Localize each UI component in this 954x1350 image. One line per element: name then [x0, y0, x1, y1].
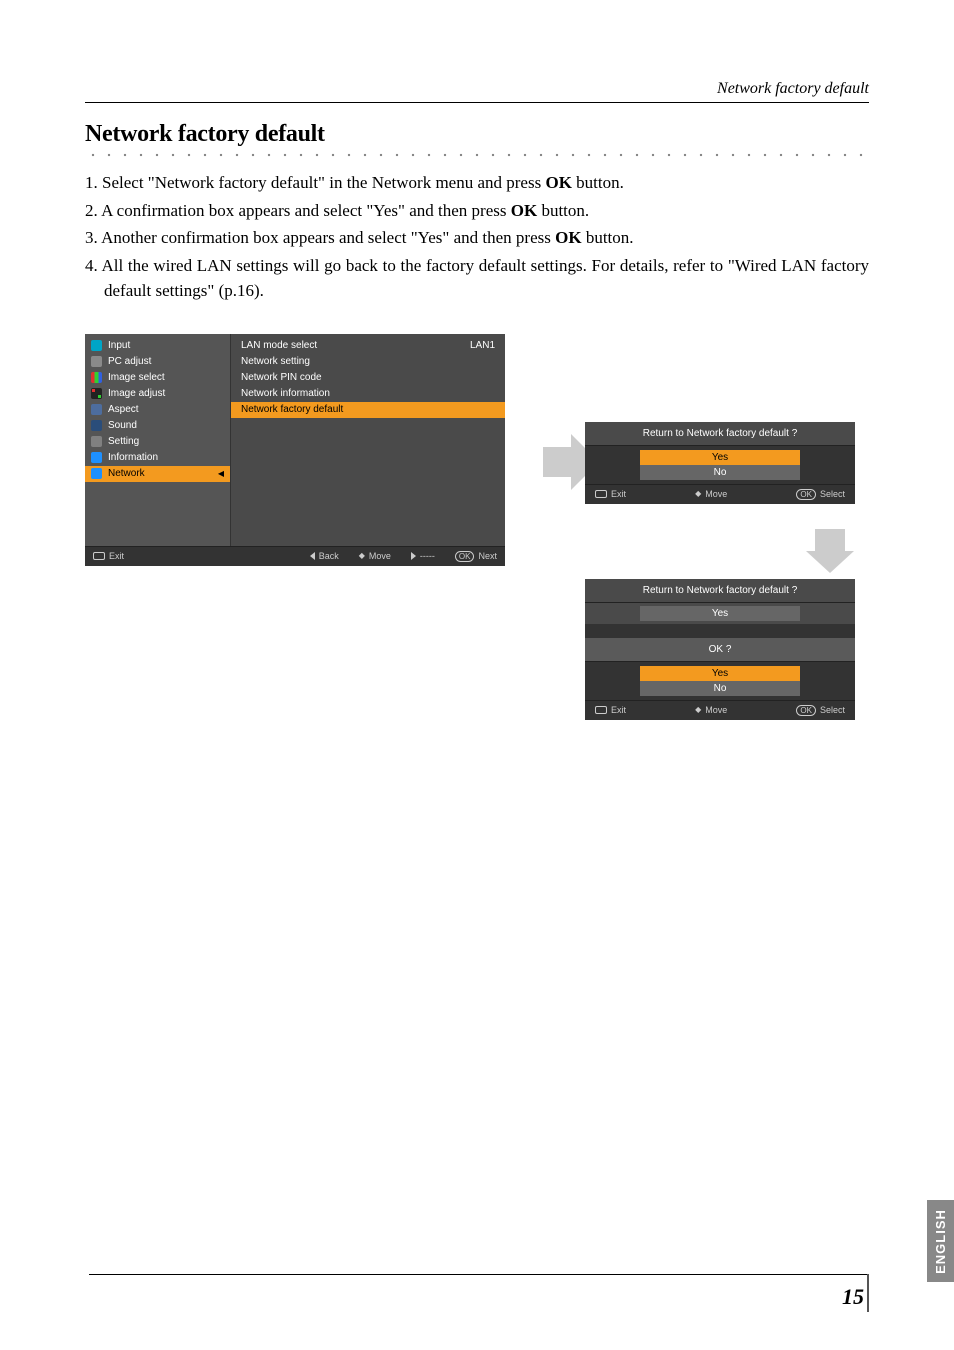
dialog1-yes[interactable]: Yes	[640, 450, 800, 465]
dialog2-exit: Exit	[611, 705, 626, 715]
info-icon	[91, 452, 102, 463]
dialog2-no[interactable]: No	[640, 681, 800, 696]
osd-menu: Input PC adjust Image select Image adjus…	[85, 334, 505, 566]
dialog2-select: Select	[820, 705, 845, 715]
sidebar-item-sound[interactable]: Sound	[85, 418, 230, 434]
ok-icon: OK	[796, 489, 816, 500]
step-1: Select "Network factory default" in the …	[85, 170, 869, 196]
dialog1-no[interactable]: No	[640, 465, 800, 480]
osd-footer: Exit Back ◆ Move ----- OKNext	[85, 546, 505, 566]
figures: Input PC adjust Image select Image adjus…	[85, 334, 869, 754]
osd-sidebar: Input PC adjust Image select Image adjus…	[85, 334, 230, 546]
menu-icon	[595, 706, 607, 714]
step-3: Another confirmation box appears and sel…	[85, 225, 869, 251]
osd-submenu: LAN mode selectLAN1 Network setting Netw…	[230, 334, 505, 546]
dialog1-exit: Exit	[611, 489, 626, 499]
aspect-icon	[91, 404, 102, 415]
sidebar-item-setting[interactable]: Setting	[85, 434, 230, 450]
pc-icon	[91, 356, 102, 367]
dialog2-move: Move	[705, 705, 727, 715]
sidebar-item-imageselect[interactable]: Image select	[85, 370, 230, 386]
step-4: All the wired LAN settings will go back …	[85, 253, 869, 304]
submenu-network-factory-default[interactable]: Network factory default	[231, 402, 505, 418]
footer-exit: Exit	[109, 551, 124, 561]
sidebar-item-pcadjust[interactable]: PC adjust	[85, 354, 230, 370]
sidebar-item-imageadjust[interactable]: Image adjust	[85, 386, 230, 402]
title-dots	[85, 150, 869, 160]
dialog2-question: Return to Network factory default ?	[585, 579, 855, 603]
page-number: 15	[842, 1284, 864, 1310]
confirm-dialog-1: Return to Network factory default ? Yes …	[585, 422, 855, 504]
submenu-lan-mode[interactable]: LAN mode selectLAN1	[231, 338, 505, 354]
steps-list: Select "Network factory default" in the …	[85, 170, 869, 304]
arrow-down-icon	[695, 529, 954, 573]
network-icon	[91, 468, 102, 479]
updown-icon: ◆	[695, 490, 701, 498]
image-select-icon	[91, 372, 102, 383]
input-icon	[91, 340, 102, 351]
chevron-left-icon: ◀	[218, 469, 224, 478]
footer-move: Move	[369, 551, 391, 561]
confirm-dialog-2: Return to Network factory default ? Yes …	[585, 579, 855, 720]
dialog2-answer: Yes	[640, 606, 800, 621]
updown-icon: ◆	[359, 552, 365, 560]
language-tab: ENGLISH	[927, 1200, 954, 1282]
submenu-network-setting[interactable]: Network setting	[231, 354, 505, 370]
footer-side-rule	[867, 1274, 869, 1312]
ok-icon: OK	[796, 705, 816, 716]
sidebar-item-network[interactable]: Network◀	[85, 466, 230, 482]
footer-next: Next	[478, 551, 497, 561]
footer-back: Back	[319, 551, 339, 561]
ok-icon: OK	[455, 551, 475, 562]
menu-icon	[595, 490, 607, 498]
header-rule	[85, 102, 869, 103]
image-adjust-icon	[91, 388, 102, 399]
sidebar-item-information[interactable]: Information	[85, 450, 230, 466]
footer-dashes: -----	[420, 551, 435, 561]
dialog1-select: Select	[820, 489, 845, 499]
sidebar-item-input[interactable]: Input	[85, 338, 230, 354]
menu-icon	[93, 552, 105, 560]
dialog1-move: Move	[705, 489, 727, 499]
dialog2-confirm-label: OK ?	[585, 638, 855, 662]
triangle-left-icon	[310, 552, 315, 560]
submenu-network-pin[interactable]: Network PIN code	[231, 370, 505, 386]
page-title: Network factory default	[85, 121, 869, 148]
updown-icon: ◆	[695, 706, 701, 714]
sidebar-item-aspect[interactable]: Aspect	[85, 402, 230, 418]
sound-icon	[91, 420, 102, 431]
dialog1-question: Return to Network factory default ?	[585, 422, 855, 446]
submenu-network-info[interactable]: Network information	[231, 386, 505, 402]
dialog2-yes[interactable]: Yes	[640, 666, 800, 681]
step-2: A confirmation box appears and select "Y…	[85, 198, 869, 224]
triangle-right-icon	[411, 552, 416, 560]
footer-rule	[89, 1274, 869, 1275]
breadcrumb: Network factory default	[85, 80, 869, 98]
setting-icon	[91, 436, 102, 447]
